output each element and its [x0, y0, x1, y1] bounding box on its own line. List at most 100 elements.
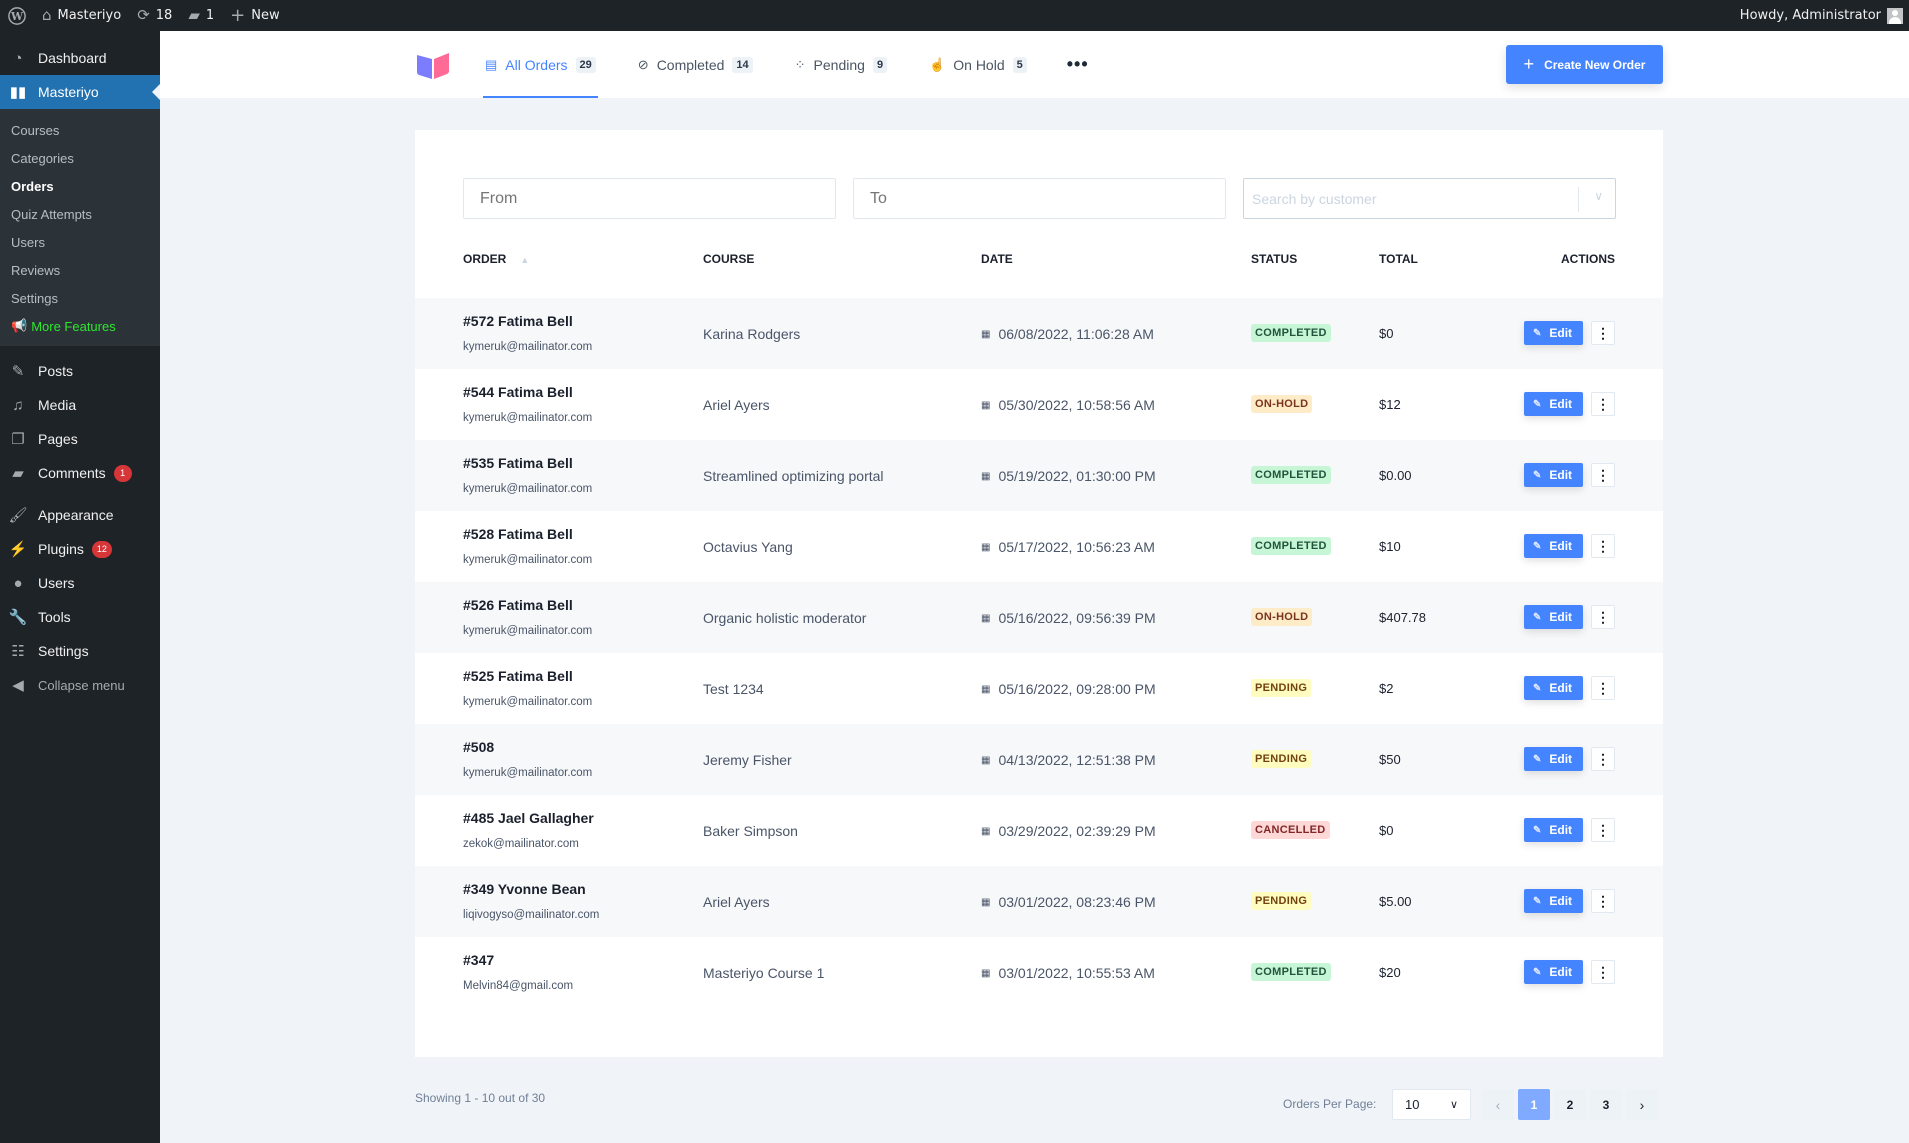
order-link[interactable]: #525 Fatima Bell — [463, 668, 573, 684]
edit-button[interactable]: ✎ Edit — [1524, 534, 1583, 558]
more-tabs-button[interactable]: ••• — [1067, 31, 1089, 98]
more-actions-button[interactable]: ⋮ — [1591, 747, 1615, 771]
order-link[interactable]: #526 Fatima Bell — [463, 597, 573, 613]
tab-pending[interactable]: ⁘ Pending 9 — [793, 31, 889, 98]
kebab-icon: ⋮ — [1596, 963, 1610, 980]
more-actions-button[interactable]: ⋮ — [1591, 676, 1615, 700]
sidebar-item-settings[interactable]: ☷ Settings — [0, 634, 160, 668]
site-name-link[interactable]: ⌂ Masteriyo — [34, 0, 129, 31]
order-link[interactable]: #485 Jael Gallagher — [463, 810, 594, 826]
brush-icon: 🖌 — [8, 507, 28, 524]
updates-link[interactable]: ⟳ 18 — [129, 0, 180, 31]
account-menu[interactable]: Howdy, Administrator — [1732, 0, 1909, 31]
edit-button[interactable]: ✎ Edit — [1524, 392, 1583, 416]
more-actions-button[interactable]: ⋮ — [1591, 605, 1615, 629]
home-icon: ⌂ — [42, 6, 52, 24]
page-button-1[interactable]: 1 — [1518, 1089, 1550, 1120]
status-badge: COMPLETED — [1251, 963, 1331, 981]
submenu-users[interactable]: Users — [0, 228, 160, 256]
sidebar-item-dashboard[interactable]: ◔ Dashboard — [0, 41, 160, 75]
edit-button[interactable]: ✎ Edit — [1524, 321, 1583, 345]
order-link[interactable]: #347 — [463, 952, 494, 968]
collapse-menu-button[interactable]: ◀ Collapse menu — [0, 668, 160, 702]
table-row: #535 Fatima Bell kymeruk@mailinator.com St… — [415, 440, 1663, 511]
sidebar-item-plugins[interactable]: ⚡ Plugins 12 — [0, 532, 160, 566]
submenu-more-features[interactable]: 📢 More Features — [0, 312, 160, 340]
edit-icon: ✎ — [1533, 682, 1542, 694]
edit-button[interactable]: ✎ Edit — [1524, 889, 1583, 913]
date-text: 03/29/2022, 02:39:29 PM — [998, 823, 1156, 839]
sidebar-item-posts[interactable]: ✎ Posts — [0, 354, 160, 388]
order-link[interactable]: #349 Yvonne Bean — [463, 881, 586, 897]
sidebar-item-comments[interactable]: ▰ Comments 1 — [0, 456, 160, 490]
submenu-categories[interactable]: Categories — [0, 144, 160, 172]
more-actions-button[interactable]: ⋮ — [1591, 392, 1615, 416]
order-link[interactable]: #508 — [463, 739, 494, 755]
more-actions-button[interactable]: ⋮ — [1591, 534, 1615, 558]
date-to-input[interactable] — [853, 178, 1226, 219]
avatar — [1887, 7, 1903, 24]
more-actions-button[interactable]: ⋮ — [1591, 889, 1615, 913]
page-button-3[interactable]: 3 — [1590, 1089, 1622, 1120]
more-actions-button[interactable]: ⋮ — [1591, 818, 1615, 842]
sidebar-item-users[interactable]: ● Users — [0, 566, 160, 600]
submenu-orders[interactable]: Orders — [0, 172, 160, 200]
chevron-down-icon: ∨ — [1449, 1099, 1458, 1111]
order-link[interactable]: #535 Fatima Bell — [463, 455, 573, 471]
order-link[interactable]: #528 Fatima Bell — [463, 526, 573, 542]
more-actions-button[interactable]: ⋮ — [1591, 960, 1615, 984]
customer-email: kymeruk@mailinator.com — [463, 412, 593, 424]
edit-button[interactable]: ✎ Edit — [1524, 605, 1583, 629]
sidebar-item-masteriyo[interactable]: ▮▮ Masteriyo — [0, 75, 160, 109]
dashboard-icon: ◔ — [13, 49, 23, 67]
course-name: Ariel Ayers — [703, 894, 770, 910]
pages-icon: ❐ — [11, 431, 25, 448]
tab-on-hold[interactable]: ☝ On Hold 5 — [927, 31, 1029, 98]
sidebar-item-tools[interactable]: 🔧 Tools — [0, 600, 160, 634]
table-row: #525 Fatima Bell kymeruk@mailinator.com Te… — [415, 653, 1663, 724]
submenu-reviews[interactable]: Reviews — [0, 256, 160, 284]
column-date: DATE — [981, 252, 1013, 266]
kebab-icon: ⋮ — [1596, 466, 1610, 483]
customer-search-select[interactable]: Search by customer ∨ — [1243, 178, 1616, 219]
submenu-settings[interactable]: Settings — [0, 284, 160, 312]
prev-page-button[interactable]: ‹ — [1482, 1089, 1514, 1120]
customer-placeholder: Search by customer — [1252, 190, 1377, 207]
next-page-button[interactable]: › — [1626, 1089, 1658, 1120]
tab-all-orders[interactable]: ▤ All Orders 29 — [483, 31, 598, 98]
more-actions-button[interactable]: ⋮ — [1591, 321, 1615, 345]
orders-card: Search by customer ∨ ORDER ▲ COURSE DATE … — [415, 130, 1663, 1057]
plugins-badge: 12 — [91, 540, 112, 558]
select-separator — [1578, 187, 1579, 212]
course-name: Streamlined optimizing portal — [703, 468, 884, 484]
order-link[interactable]: #544 Fatima Bell — [463, 384, 573, 400]
page-button-2[interactable]: 2 — [1554, 1089, 1586, 1120]
date-from-input[interactable] — [463, 178, 836, 219]
comments-link[interactable]: ▰ 1 — [180, 0, 222, 31]
submenu-courses[interactable]: Courses — [0, 116, 160, 144]
column-order[interactable]: ORDER ▲ — [463, 252, 529, 266]
date-text: 05/16/2022, 09:56:39 PM — [998, 610, 1156, 626]
order-link[interactable]: #572 Fatima Bell — [463, 313, 573, 329]
sidebar-item-pages[interactable]: ❐ Pages — [0, 422, 160, 456]
edit-button[interactable]: ✎ Edit — [1524, 747, 1583, 771]
edit-button[interactable]: ✎ Edit — [1524, 463, 1583, 487]
wordpress-logo-button[interactable]: W — [0, 0, 34, 31]
edit-button[interactable]: ✎ Edit — [1524, 960, 1583, 984]
edit-button[interactable]: ✎ Edit — [1524, 818, 1583, 842]
edit-label: Edit — [1549, 965, 1573, 979]
create-new-order-button[interactable]: + Create New Order — [1506, 45, 1663, 84]
tab-completed[interactable]: ⊘ Completed 14 — [636, 31, 755, 98]
sidebar-item-media[interactable]: ♫ Media — [0, 388, 160, 422]
filters: Search by customer ∨ — [463, 178, 1616, 219]
more-actions-button[interactable]: ⋮ — [1591, 463, 1615, 487]
edit-button[interactable]: ✎ Edit — [1524, 676, 1583, 700]
new-content-link[interactable]: + New — [222, 0, 287, 31]
course-name: Karina Rodgers — [703, 326, 801, 342]
submenu-quiz-attempts[interactable]: Quiz Attempts — [0, 200, 160, 228]
per-page-select[interactable]: 10 ∨ — [1392, 1089, 1471, 1120]
date-text: 06/08/2022, 11:06:28 AM — [998, 326, 1154, 342]
status-badge: COMPLETED — [1251, 537, 1331, 555]
calendar-icon: ▦ — [981, 967, 991, 979]
sidebar-item-appearance[interactable]: 🖌 Appearance — [0, 498, 160, 532]
